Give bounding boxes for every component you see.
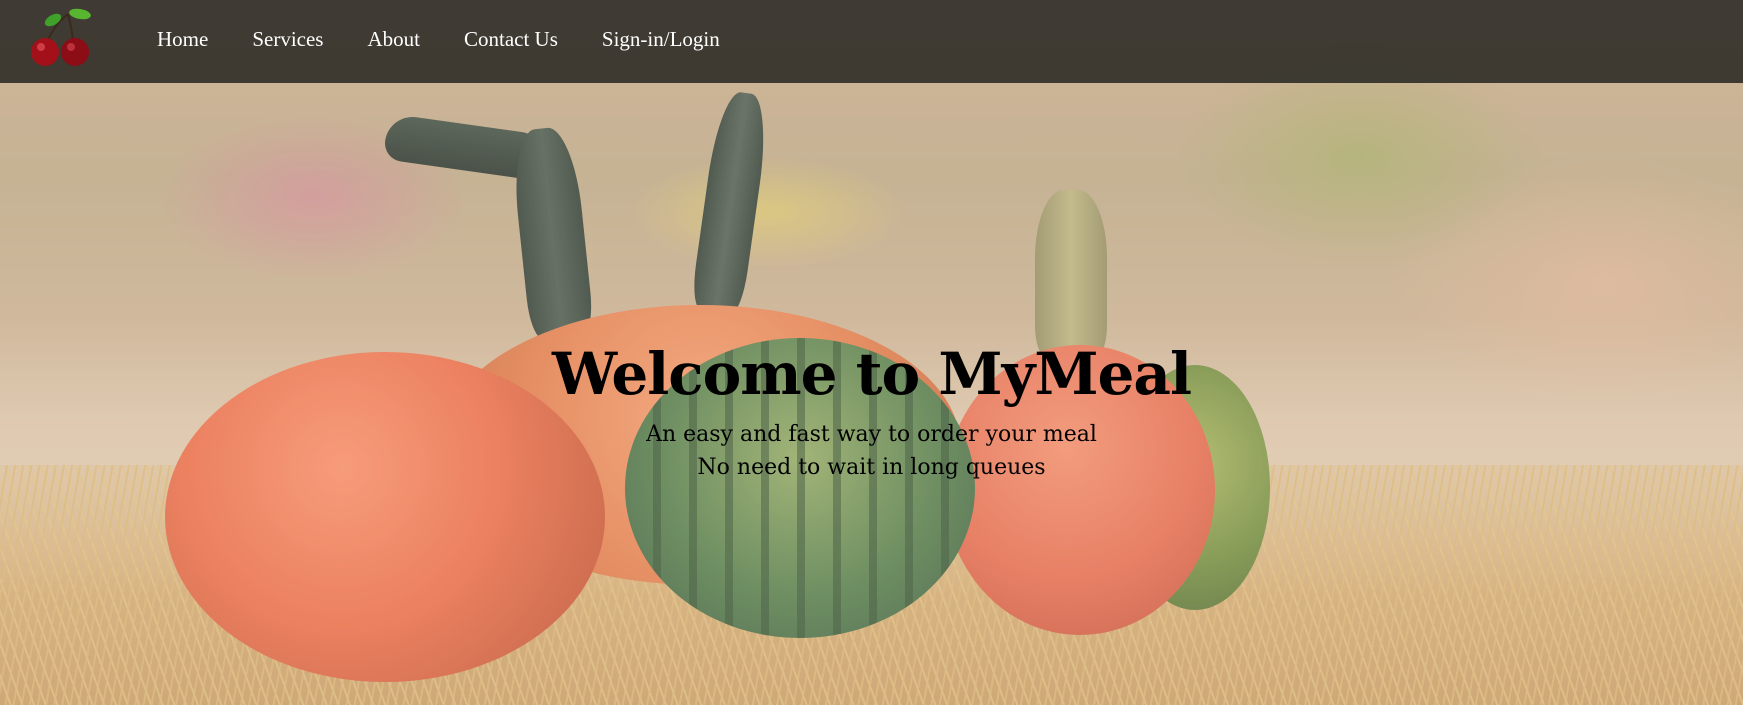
nav-menu: Home Services About Contact Us Sign-in/L…: [157, 0, 764, 78]
nav-home-link[interactable]: Home: [157, 27, 208, 52]
nav-contact-link[interactable]: Contact Us: [464, 27, 558, 52]
hero-subtitle: An easy and fast way to order your meal …: [0, 418, 1743, 484]
hero-section: Welcome to MyMeal An easy and fast way t…: [0, 0, 1743, 705]
nav-about-link[interactable]: About: [367, 27, 420, 52]
hero-subtitle-line-1: An easy and fast way to order your meal: [646, 422, 1097, 447]
hero-title: Welcome to MyMeal: [551, 340, 1192, 408]
nav-services-link[interactable]: Services: [252, 27, 323, 52]
top-navbar: Home Services About Contact Us Sign-in/L…: [0, 0, 1743, 83]
hero-content: Welcome to MyMeal An easy and fast way t…: [0, 338, 1743, 484]
hero-subtitle-line-2: No need to wait in long queues: [697, 455, 1046, 480]
cherries-icon[interactable]: [28, 6, 98, 68]
nav-signin-link[interactable]: Sign-in/Login: [602, 27, 720, 52]
